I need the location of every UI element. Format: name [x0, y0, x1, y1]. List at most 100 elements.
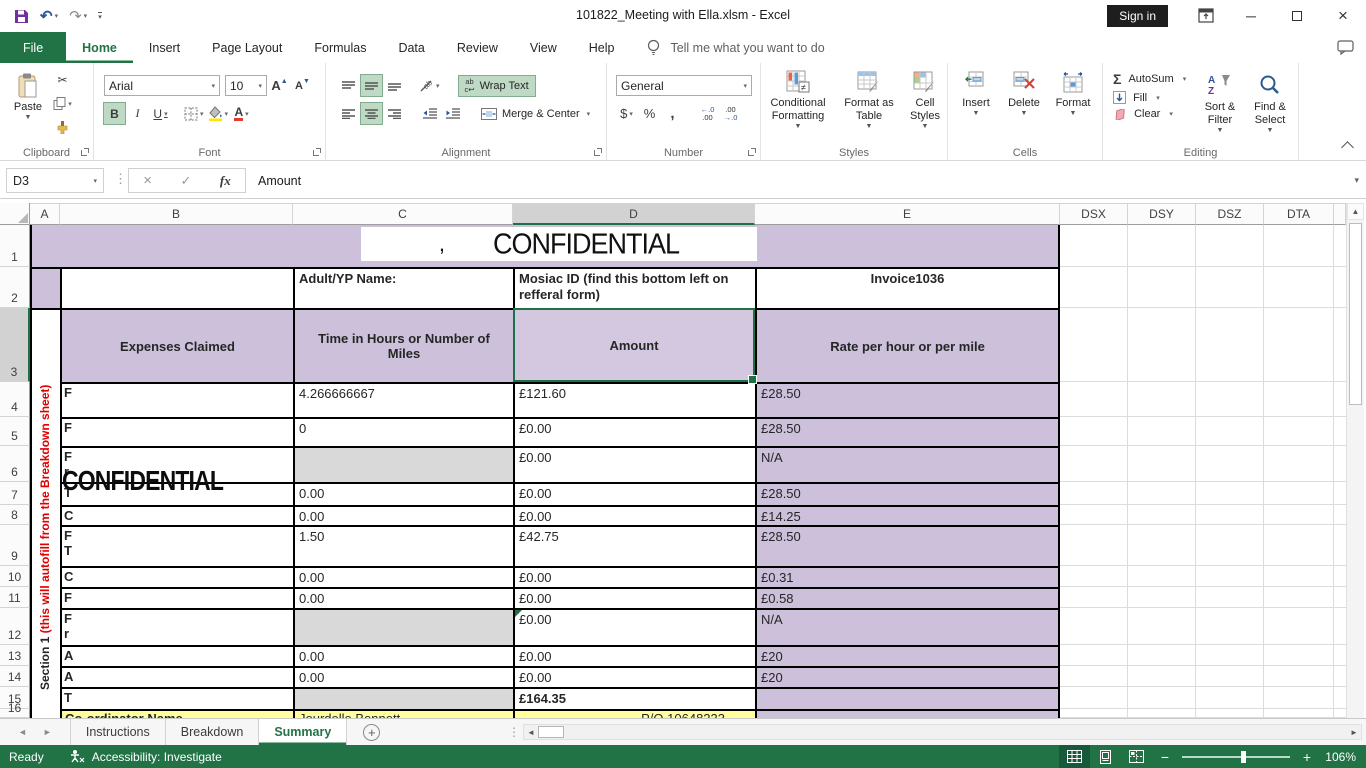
cell-DSZ16[interactable] [1196, 709, 1264, 718]
ribbon-tab-help[interactable]: Help [573, 32, 631, 63]
cell-E8[interactable]: £14.25 [755, 505, 1060, 525]
fill-color-button[interactable]: ▾ [207, 103, 230, 124]
find-select-button[interactable]: Find & Select ▼ [1245, 67, 1295, 135]
ribbon-tab-view[interactable]: View [514, 32, 573, 63]
cell-E15[interactable] [755, 687, 1060, 709]
cell-C14[interactable]: 0.00 [293, 666, 513, 687]
cell-DSX7[interactable] [1060, 482, 1128, 505]
cell-DTA4[interactable] [1264, 382, 1334, 417]
decrease-decimal-button[interactable]: .00 →.0 [720, 103, 741, 124]
sheet-tab-instructions[interactable]: Instructions [69, 719, 166, 745]
cell-B12[interactable]: F r [60, 608, 293, 645]
cell-C16[interactable]: Jourdelle Bennett [293, 709, 513, 718]
tell-me-box[interactable]: Tell me what you want to do [646, 32, 825, 63]
cell-DSZ6[interactable] [1196, 446, 1264, 482]
cell-B14[interactable]: A [60, 666, 293, 687]
row-header-10[interactable]: 10 [0, 566, 30, 587]
cell-DTA10[interactable] [1264, 566, 1334, 587]
cell-DSZ15[interactable] [1196, 687, 1264, 709]
cell-DSZ13[interactable] [1196, 645, 1264, 666]
cell-B9[interactable]: F T [60, 525, 293, 566]
cell-E7[interactable]: £28.50 [755, 482, 1060, 505]
alignment-dialog-launcher[interactable] [594, 148, 602, 156]
align-center-button[interactable] [360, 102, 383, 125]
orientation-button[interactable]: ab ▾ [419, 75, 441, 96]
cell-partial-5[interactable] [1334, 417, 1346, 446]
cell-D6[interactable]: £0.00 [513, 446, 755, 482]
formula-bar-splitter[interactable]: ⋮ [114, 171, 127, 187]
cell-DSZ9[interactable] [1196, 525, 1264, 566]
cell-D14[interactable]: £0.00 [513, 666, 755, 687]
cell-B2[interactable] [60, 267, 293, 308]
cell-DSX10[interactable] [1060, 566, 1128, 587]
cell-C2[interactable]: Adult/YP Name: [293, 267, 513, 308]
scroll-left-icon[interactable]: ◄ [524, 728, 538, 737]
cell-E9[interactable]: £28.50 [755, 525, 1060, 566]
increase-decimal-button[interactable]: ←.0.00 [697, 103, 718, 124]
cell-DTA8[interactable] [1264, 505, 1334, 525]
delete-cells-button[interactable]: Delete ▼ [1003, 63, 1045, 160]
cell-DSY3[interactable] [1128, 308, 1196, 382]
page-break-view-button[interactable] [1121, 745, 1152, 768]
cell-DSZ12[interactable] [1196, 608, 1264, 645]
row-header-12[interactable]: 12 [0, 608, 30, 645]
sort-filter-button[interactable]: AZ Sort & Filter ▼ [1195, 67, 1245, 135]
cell-DTA5[interactable] [1264, 417, 1334, 446]
cell-E14[interactable]: £20 [755, 666, 1060, 687]
cell-B4[interactable]: F [60, 382, 293, 417]
cell-DSX1[interactable] [1060, 225, 1128, 267]
cell-D13[interactable]: £0.00 [513, 645, 755, 666]
cell-partial-4[interactable] [1334, 382, 1346, 417]
comma-style-button[interactable]: , [662, 103, 683, 124]
cell-E2[interactable]: Invoice1036 [755, 267, 1060, 308]
cell-C13[interactable]: 0.00 [293, 645, 513, 666]
cell-DSY8[interactable] [1128, 505, 1196, 525]
col-header-C[interactable]: C [293, 203, 513, 225]
font-name-combo[interactable]: Arial ▾ [104, 75, 220, 96]
new-sheet-button[interactable]: + [363, 723, 381, 741]
number-dialog-launcher[interactable] [748, 148, 756, 156]
shrink-font-button[interactable]: A ▼ [292, 75, 313, 96]
row-header-8[interactable]: 8 [0, 505, 30, 525]
row-header-13[interactable]: 13 [0, 645, 30, 666]
scroll-up-icon[interactable]: ▲ [1347, 203, 1364, 220]
cell-DSY9[interactable] [1128, 525, 1196, 566]
prev-sheet-icon[interactable]: ◄ [18, 727, 27, 737]
cell-DSX4[interactable] [1060, 382, 1128, 417]
cell-C12[interactable] [293, 608, 513, 645]
cell-partial-12[interactable] [1334, 608, 1346, 645]
cell-D9[interactable]: £42.75 [513, 525, 755, 566]
clear-button[interactable]: Clear ▾ [1113, 108, 1186, 120]
cell-DSX3[interactable] [1060, 308, 1128, 382]
normal-view-button[interactable] [1059, 745, 1090, 768]
cell-DSZ2[interactable] [1196, 267, 1264, 308]
cell-E3[interactable]: Rate per hour or per mile [755, 308, 1060, 382]
cell-DSZ11[interactable] [1196, 587, 1264, 608]
row-header-1[interactable]: 1 [0, 225, 30, 267]
format-cells-button[interactable]: Format ▼ [1051, 63, 1095, 160]
cell-DTA2[interactable] [1264, 267, 1334, 308]
cell-DSX16[interactable] [1060, 709, 1128, 718]
number-format-combo[interactable]: General ▾ [616, 75, 752, 96]
enter-button[interactable]: ✓ [180, 173, 191, 189]
ribbon-tab-insert[interactable]: Insert [133, 32, 196, 63]
cell-DSZ4[interactable] [1196, 382, 1264, 417]
fill-button[interactable]: Fill ▾ [1113, 91, 1186, 104]
zoom-slider[interactable] [1182, 750, 1290, 763]
cell-E4[interactable]: £28.50 [755, 382, 1060, 417]
increase-indent-button[interactable] [442, 103, 463, 124]
clipboard-dialog-launcher[interactable] [81, 148, 89, 156]
cell-partial-11[interactable] [1334, 587, 1346, 608]
col-header-D[interactable]: D [513, 203, 755, 225]
cell-partial-7[interactable] [1334, 482, 1346, 505]
cell-E10[interactable]: £0.31 [755, 566, 1060, 587]
align-middle-button[interactable] [360, 74, 383, 97]
cell-C4[interactable]: 4.266666667 [293, 382, 513, 417]
row-header-7[interactable]: 7 [0, 482, 30, 505]
italic-button[interactable]: I [127, 103, 148, 124]
ribbon-display-options-button[interactable] [1198, 8, 1214, 23]
sheet-tab-summary[interactable]: Summary [259, 719, 348, 745]
ribbon-tab-home[interactable]: Home [66, 32, 133, 63]
row-header-2[interactable]: 2 [0, 267, 30, 308]
grow-font-button[interactable]: A ▲ [269, 75, 290, 96]
